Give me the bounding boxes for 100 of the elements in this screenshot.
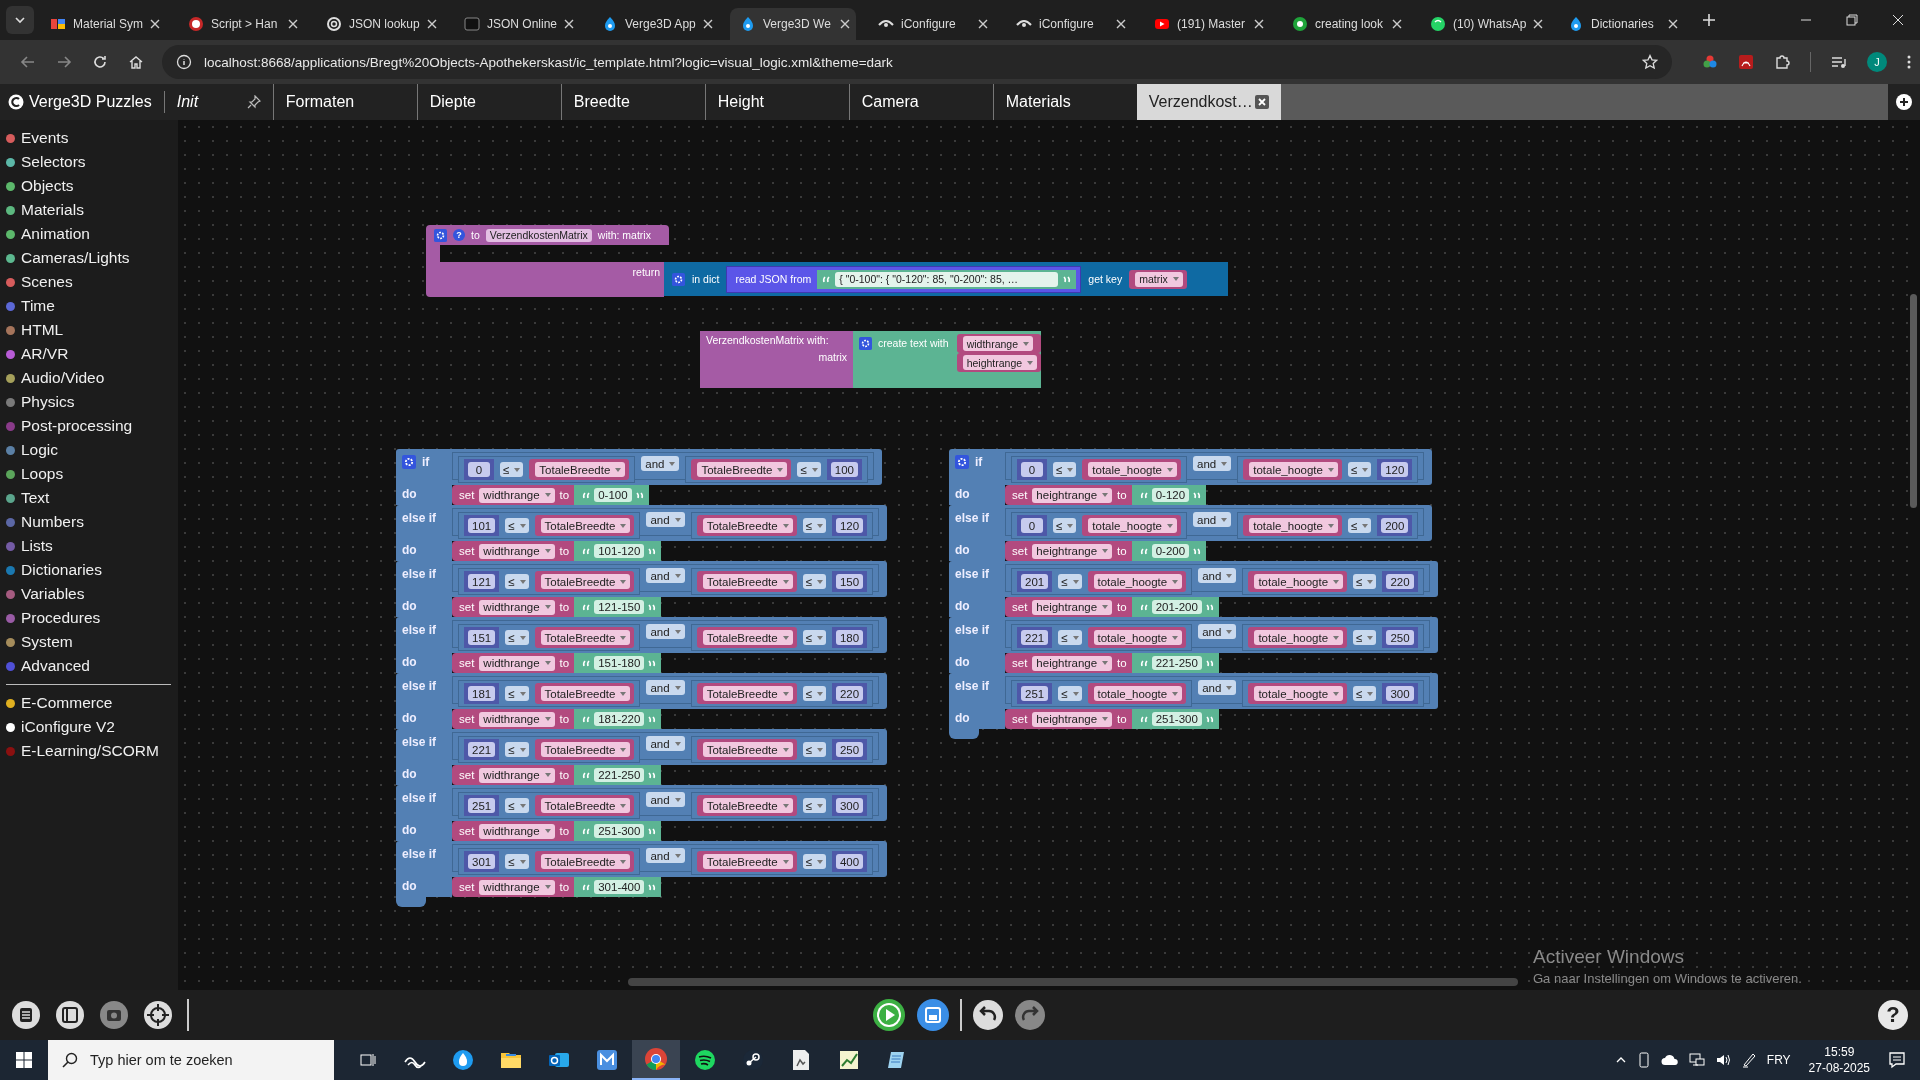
close-icon[interactable] bbox=[840, 19, 850, 29]
variable-field[interactable]: totale_hoogte bbox=[1093, 630, 1183, 645]
if-block-row[interactable]: else if 301 ≤ TotaleBreedte and TotaleBreedte ≤ 400 bbox=[396, 841, 888, 877]
gear-icon[interactable] bbox=[672, 272, 685, 286]
gear-icon[interactable] bbox=[402, 455, 416, 469]
variable-field[interactable]: widthrange bbox=[479, 599, 555, 615]
variable-field[interactable]: TotaleBreedte bbox=[540, 574, 631, 589]
compare-block[interactable]: 221 ≤ TotaleBreedte bbox=[458, 736, 641, 763]
category-item[interactable]: Logic bbox=[0, 438, 178, 462]
close-icon[interactable] bbox=[1533, 19, 1544, 29]
category-item[interactable]: HTML bbox=[0, 318, 178, 342]
if-block-row[interactable]: else if 251 ≤ TotaleBreedte and TotaleBreedte ≤ 300 bbox=[396, 785, 888, 821]
variable-block[interactable]: totale_hoogte bbox=[1087, 571, 1187, 592]
close-icon[interactable] bbox=[564, 19, 575, 29]
logic-and-block[interactable]: 0 ≤ TotaleBreedte and TotaleBreedte ≤ 100 bbox=[452, 452, 874, 480]
close-icon[interactable] bbox=[1392, 19, 1402, 29]
variable-field[interactable]: totale_hoogte bbox=[1254, 630, 1344, 645]
if-block-row[interactable]: else if 0 ≤ totale_hoogte and totale_hoogte ≤ 200 bbox=[949, 505, 1433, 541]
operator-dropdown[interactable]: ≤ bbox=[802, 854, 826, 869]
variable-block[interactable]: TotaleBreedte bbox=[529, 459, 630, 480]
variable-field[interactable]: TotaleBreedte bbox=[535, 462, 626, 477]
compare-block[interactable]: 101 ≤ TotaleBreedte bbox=[458, 512, 641, 539]
compare-block[interactable]: totale_hoogte ≤ 250 bbox=[1242, 624, 1424, 651]
text-field[interactable]: 121-150 bbox=[594, 600, 645, 614]
media-queue-icon[interactable] bbox=[1831, 54, 1847, 70]
text-field[interactable]: 151-180 bbox=[594, 656, 645, 670]
variable-field[interactable]: TotaleBreedte bbox=[540, 686, 631, 701]
variable-field[interactable]: TotaleBreedte bbox=[697, 462, 788, 477]
close-icon[interactable] bbox=[1892, 14, 1904, 26]
restore-icon[interactable] bbox=[1846, 14, 1858, 26]
logic-and-block[interactable]: 181 ≤ TotaleBreedte and TotaleBreedte ≤ 220 bbox=[452, 676, 880, 704]
logic-dropdown[interactable]: and bbox=[1198, 624, 1237, 639]
compare-block[interactable]: totale_hoogte ≤ 200 bbox=[1237, 512, 1419, 539]
variable-field[interactable]: widthrange bbox=[479, 879, 555, 895]
if-block-row[interactable]: if 0 ≤ TotaleBreedte and TotaleBreedte ≤ 100 bbox=[396, 449, 882, 485]
text-field[interactable]: 0-200 bbox=[1151, 544, 1190, 558]
category-item[interactable]: Cameras/Lights bbox=[0, 246, 178, 270]
network-icon[interactable] bbox=[1688, 1052, 1705, 1068]
gear-icon[interactable] bbox=[955, 455, 969, 469]
sound-waves-icon[interactable] bbox=[694, 1049, 716, 1071]
operator-dropdown[interactable]: ≤ bbox=[505, 686, 529, 701]
horizontal-scrollbar[interactable] bbox=[628, 978, 1518, 986]
if-block-row[interactable]: else if 101 ≤ TotaleBreedte and TotaleBreedte ≤ 120 bbox=[396, 505, 888, 541]
variable-field[interactable]: matrix bbox=[1135, 271, 1183, 287]
text-block[interactable]: 201-200 bbox=[1131, 597, 1219, 617]
operator-dropdown[interactable]: ≤ bbox=[505, 742, 529, 757]
variable-field[interactable]: TotaleBreedte bbox=[702, 798, 793, 813]
text-field[interactable]: 221-250 bbox=[594, 768, 645, 782]
browser-tab[interactable]: Verge3D We bbox=[730, 8, 856, 40]
help-icon[interactable]: ? bbox=[453, 229, 465, 241]
category-item[interactable]: Numbers bbox=[0, 510, 178, 534]
variable-block[interactable]: totale_hoogte bbox=[1082, 459, 1181, 480]
variable-field[interactable]: totale_hoogte bbox=[1093, 574, 1183, 589]
category-item[interactable]: Selectors bbox=[0, 150, 178, 174]
variable-field[interactable]: widthrange bbox=[479, 543, 555, 559]
tile-icon[interactable] bbox=[596, 1049, 618, 1071]
variable-block[interactable]: widthrange bbox=[956, 334, 1042, 353]
procedure-name-field[interactable]: VerzendkostenMatrix bbox=[485, 228, 592, 242]
operator-dropdown[interactable]: ≤ bbox=[505, 854, 529, 869]
browser-tab[interactable]: Material Sym bbox=[40, 8, 166, 40]
gear-icon[interactable] bbox=[434, 228, 447, 242]
category-item[interactable]: Events bbox=[0, 126, 178, 150]
operator-dropdown[interactable]: ≤ bbox=[1347, 518, 1372, 533]
forward-icon[interactable] bbox=[56, 54, 72, 70]
operator-dropdown[interactable]: ≤ bbox=[1058, 630, 1082, 645]
variable-field[interactable]: totale_hoogte bbox=[1093, 686, 1183, 701]
browser-tab[interactable]: Script > Han bbox=[178, 8, 304, 40]
category-item[interactable]: AR/VR bbox=[0, 342, 178, 366]
operator-dropdown[interactable]: ≤ bbox=[505, 574, 529, 589]
category-item[interactable]: Physics bbox=[0, 390, 178, 414]
speaker-icon[interactable] bbox=[1714, 1052, 1731, 1068]
variable-block[interactable]: totale_hoogte bbox=[1087, 627, 1187, 648]
category-item[interactable]: Dictionaries bbox=[0, 558, 178, 582]
operator-dropdown[interactable]: ≤ bbox=[802, 686, 826, 701]
close-icon[interactable] bbox=[1254, 19, 1264, 29]
compare-block[interactable]: TotaleBreedte ≤ 250 bbox=[690, 736, 874, 763]
variable-field[interactable]: TotaleBreedte bbox=[540, 518, 631, 533]
variable-field[interactable]: TotaleBreedte bbox=[702, 518, 793, 533]
text-field[interactable]: 101-120 bbox=[594, 544, 645, 558]
variable-block[interactable]: TotaleBreedte bbox=[691, 459, 792, 480]
add-icon[interactable] bbox=[1896, 94, 1912, 110]
compare-block[interactable]: TotaleBreedte ≤ 300 bbox=[690, 792, 874, 819]
browser-tab[interactable]: iConfigure bbox=[868, 8, 994, 40]
variable-block[interactable]: TotaleBreedte bbox=[696, 739, 797, 760]
logic-and-block[interactable]: 251 ≤ totale_hoogte and totale_hoogte ≤ 300 bbox=[1005, 676, 1430, 704]
variable-block[interactable]: heightrange bbox=[956, 353, 1042, 372]
procedure-call-block[interactable]: VerzendkostenMatrix with: matrix bbox=[700, 331, 853, 388]
browser-tab[interactable]: JSON Online bbox=[454, 8, 580, 40]
operator-dropdown[interactable]: ≤ bbox=[1353, 686, 1377, 701]
text-field[interactable]: 0-100 bbox=[594, 488, 632, 502]
set-variable-block[interactable]: set heightrange to 0-120 bbox=[1005, 485, 1207, 505]
browser-icon[interactable] bbox=[644, 1047, 668, 1071]
close-icon[interactable] bbox=[288, 19, 298, 29]
text-block[interactable]: 151-180 bbox=[574, 653, 662, 673]
variable-field[interactable]: TotaleBreedte bbox=[540, 742, 631, 757]
compare-block[interactable]: TotaleBreedte ≤ 120 bbox=[690, 512, 874, 539]
set-variable-block[interactable]: set widthrange to 301-400 bbox=[452, 877, 662, 897]
compare-block[interactable]: TotaleBreedte ≤ 220 bbox=[690, 680, 874, 707]
variable-field[interactable]: widthrange bbox=[962, 336, 1033, 351]
close-icon[interactable] bbox=[150, 19, 160, 29]
